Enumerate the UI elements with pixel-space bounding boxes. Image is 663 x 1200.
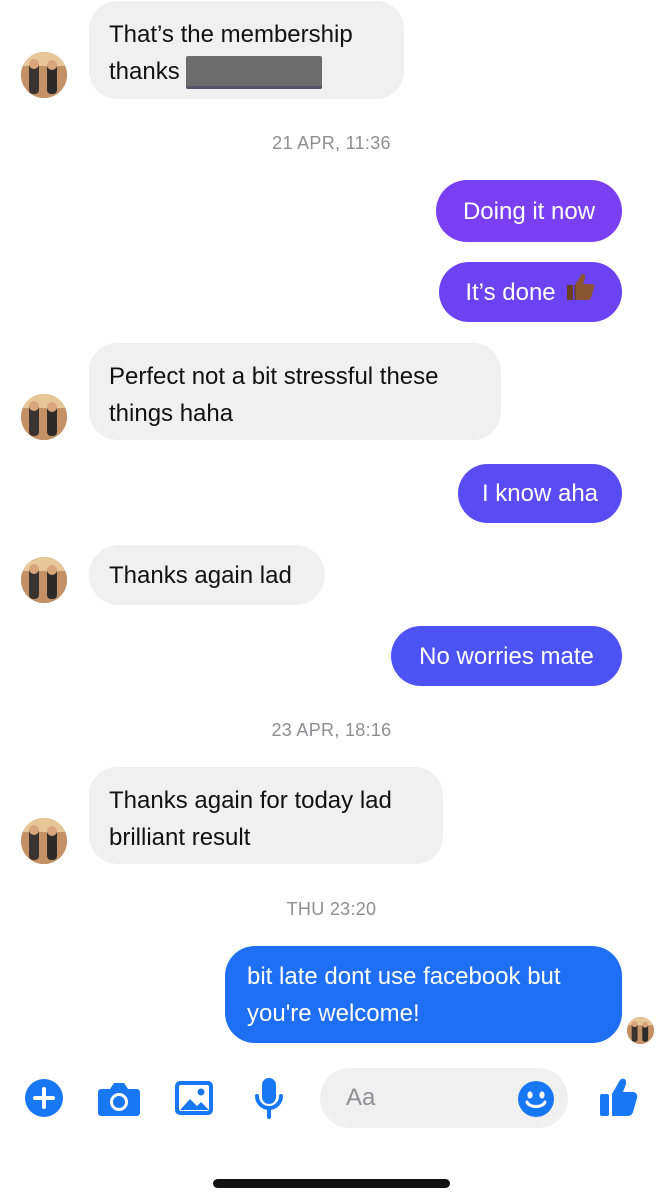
message-text: Doing it now xyxy=(462,197,596,225)
contact-avatar[interactable] xyxy=(21,557,67,603)
message-line: things haha xyxy=(109,400,234,427)
message-line: Perfect not a bit stressful these xyxy=(109,363,439,390)
microphone-icon[interactable] xyxy=(252,1076,286,1120)
contact-avatar[interactable] xyxy=(21,818,67,864)
thumbs-up-icon[interactable] xyxy=(597,1076,639,1118)
message-text: No worries mate xyxy=(419,642,594,670)
plus-icon[interactable] xyxy=(24,1078,64,1118)
message-bubble-outgoing[interactable]: No worries mate xyxy=(391,626,622,686)
timestamp: THU 23:20 xyxy=(286,899,377,919)
message-bubble-incoming[interactable]: Perfect not a bit stressful these things… xyxy=(89,343,501,440)
message-text: I know aha xyxy=(481,480,599,507)
contact-avatar[interactable] xyxy=(21,394,67,440)
message-bubble-outgoing[interactable]: It’s done xyxy=(439,262,622,322)
message-bubble-outgoing[interactable]: Doing it now xyxy=(436,180,622,242)
message-bubble-incoming[interactable]: Thanks again for today lad brilliant res… xyxy=(89,767,443,864)
message-bubble-incoming[interactable]: Thanks again lad xyxy=(89,545,325,605)
thumbs-up-emoji-icon xyxy=(564,272,596,313)
image-icon[interactable] xyxy=(174,1078,214,1118)
camera-icon[interactable] xyxy=(97,1079,141,1119)
message-line: bit late dont use facebook but xyxy=(247,963,561,990)
emoji-icon[interactable] xyxy=(516,1079,556,1119)
read-receipt-avatar xyxy=(627,1017,654,1044)
message-line: thanks xyxy=(109,58,180,85)
redaction-block xyxy=(185,56,322,90)
timestamp: 21 APR, 11:36 xyxy=(272,133,391,153)
message-text: Thanks again lad xyxy=(109,561,292,589)
timestamp: 23 APR, 18:16 xyxy=(271,720,392,740)
message-input-placeholder: Aa xyxy=(346,1084,376,1111)
message-line: you're welcome! xyxy=(247,1000,420,1027)
message-bubble-outgoing[interactable]: I know aha xyxy=(458,464,622,523)
message-line: That’s the membership xyxy=(109,21,353,48)
message-line: brilliant result xyxy=(109,824,251,851)
message-bubble-outgoing[interactable]: bit late dont use facebook but you're we… xyxy=(225,946,622,1043)
message-text: It’s done xyxy=(465,278,556,306)
message-bubble-incoming[interactable]: That’s the membership thanks xyxy=(89,1,404,99)
home-indicator[interactable] xyxy=(213,1179,450,1188)
contact-avatar[interactable] xyxy=(21,52,67,98)
message-line: Thanks again for today lad xyxy=(109,787,392,814)
